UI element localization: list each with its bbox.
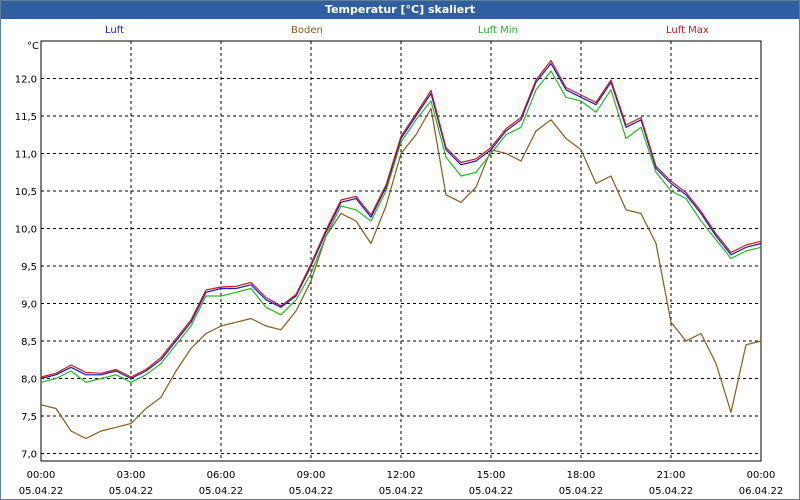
x-tick-time-label: 12:00 [387,470,416,481]
y-tick-label: 7,5 [21,412,37,423]
x-tick-time-label: 03:00 [117,470,146,481]
y-tick-label: 11,5 [15,112,37,123]
y-tick-label: 9,0 [21,300,37,311]
y-tick-label: 8,5 [21,337,37,348]
y-axis-unit-label: °C [27,41,39,52]
temperature-chart: °C 7,0 7,5 8,0 8,5 9,0 9,5 10,0 10,5 11,0 11,5 12,… [15,40,784,497]
y-tick-label: 7,0 [21,450,37,461]
x-tick-time-label: 00:00 [27,470,56,481]
x-tick-time-label: 21:00 [657,470,686,481]
x-tick-time-label: 06:00 [207,470,236,481]
x-tick-date-label: 05.04.22 [469,486,514,497]
y-tick-label: 9,5 [21,262,37,273]
chart-window: Temperatur [°C] skaliert Luft Boden Luft… [0,0,800,500]
x-tick-date-label: 05.04.22 [379,486,424,497]
x-tick-time-label: 09:00 [297,470,326,481]
x-tick-date-label: 06.04.22 [739,486,784,497]
x-tick-time-label: 18:00 [567,470,596,481]
x-tick-time-label: 00:00 [747,470,776,481]
y-tick-label: 11,0 [15,150,37,161]
y-tick-label: 8,0 [21,375,37,386]
x-tick-date-label: 05.04.22 [649,486,694,497]
y-tick-label: 12,0 [15,75,37,86]
x-tick-date-label: 05.04.22 [109,486,154,497]
y-tick-label: 10,5 [15,187,37,198]
x-tick-time-label: 15:00 [477,470,506,481]
y-tick-label: 10,0 [15,225,37,236]
x-tick-date-label: 05.04.22 [199,486,244,497]
x-tick-date-label: 05.04.22 [19,486,64,497]
x-tick-date-label: 05.04.22 [289,486,334,497]
x-tick-date-label: 05.04.22 [559,486,604,497]
